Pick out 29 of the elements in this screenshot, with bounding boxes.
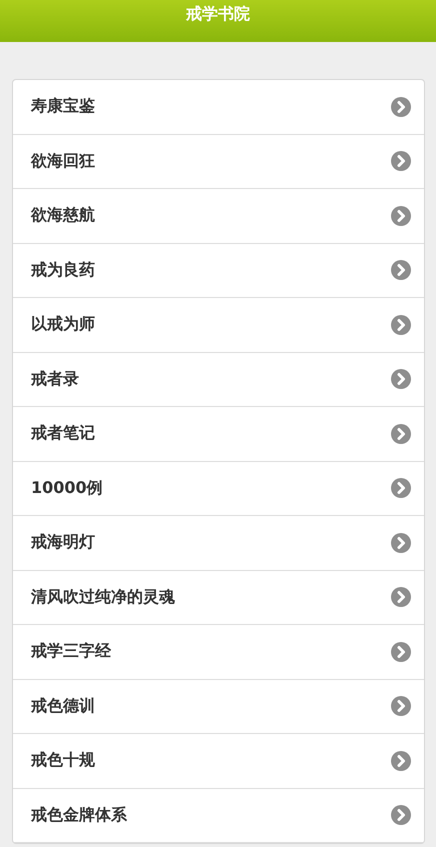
list-item[interactable]: 戒学三字经: [13, 625, 424, 680]
list-item[interactable]: 戒者笔记: [13, 407, 424, 462]
list-item[interactable]: 以戒为师: [13, 298, 424, 352]
list-item[interactable]: 戒者录: [13, 352, 424, 407]
chevron-right-icon: [391, 260, 411, 280]
chevron-right-icon: [391, 96, 411, 117]
chevron-right-icon: [391, 696, 411, 716]
list-item[interactable]: 清风吹过纯净的灵魂: [13, 570, 424, 625]
list-item[interactable]: 欲海回狂: [13, 134, 424, 189]
list-item[interactable]: 戒色金牌体系: [13, 788, 424, 843]
chevron-right-icon: [391, 151, 411, 172]
list-item[interactable]: 戒海明灯: [13, 516, 424, 570]
list-item[interactable]: 戒色十规: [13, 734, 424, 788]
chevron-right-icon: [391, 424, 411, 444]
chevron-right-icon: [391, 314, 411, 335]
list-item[interactable]: 10000例: [13, 462, 424, 516]
chevron-right-icon: [391, 369, 411, 390]
list-item[interactable]: 戒为良药: [13, 244, 424, 298]
chevron-right-icon: [391, 805, 411, 826]
page-title: 戒学书院: [186, 4, 250, 24]
chevron-right-icon: [391, 587, 411, 608]
chevron-right-icon: [391, 206, 411, 226]
chevron-right-icon: [391, 750, 411, 771]
list-item[interactable]: 寿康宝鉴: [13, 80, 424, 134]
list-item[interactable]: 戒色德训: [13, 680, 424, 734]
chevron-right-icon: [391, 642, 411, 662]
chevron-right-icon: [391, 478, 411, 498]
chevron-right-icon: [391, 532, 411, 553]
list-item[interactable]: 欲海慈航: [13, 189, 424, 244]
